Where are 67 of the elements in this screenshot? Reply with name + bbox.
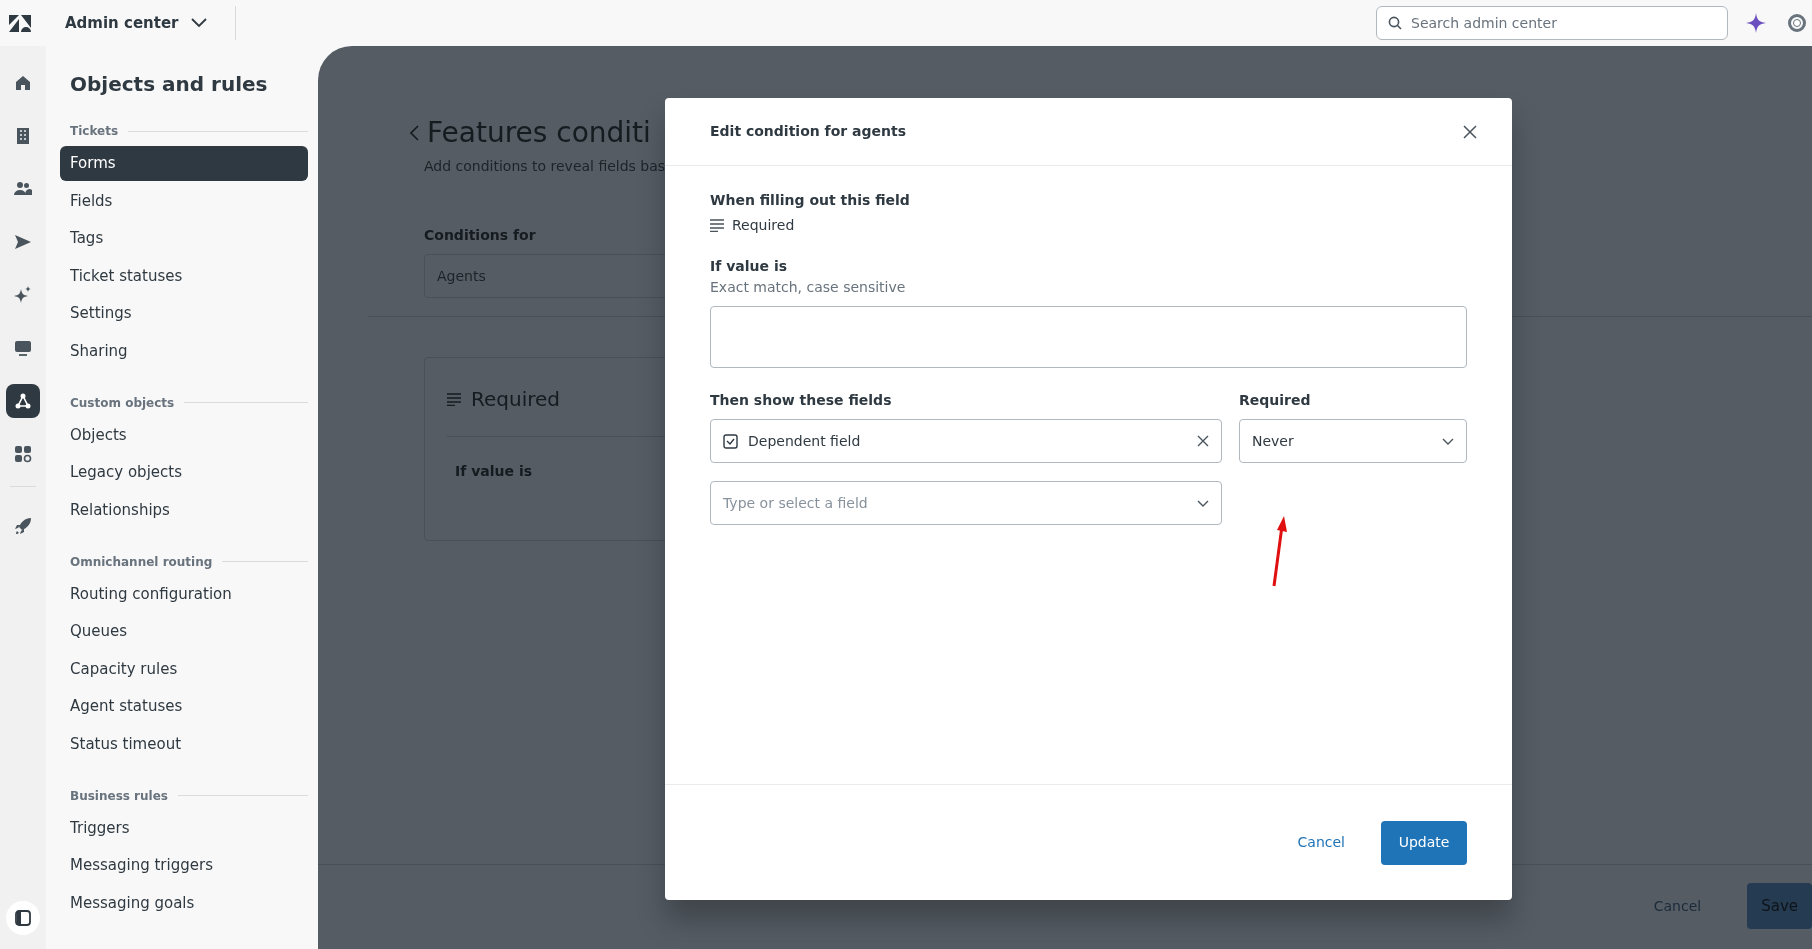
sidebar-panel-icon xyxy=(15,910,31,926)
field-label: Conditions for xyxy=(424,226,536,245)
card-title: Required xyxy=(471,386,560,413)
sparkle-icon[interactable] xyxy=(1746,13,1766,33)
sidebar-title: Objects and rules xyxy=(70,72,269,96)
sidebar-item[interactable]: Agent statuses xyxy=(60,689,308,724)
sidebar-item[interactable]: Status timeout xyxy=(60,726,308,762)
sidebar-item[interactable]: Fields xyxy=(60,183,308,219)
monitor-icon xyxy=(14,339,32,357)
send-icon xyxy=(14,233,32,251)
sparkle-icon xyxy=(14,286,32,304)
sidebar-item[interactable]: Ticket statuses xyxy=(60,258,308,294)
sidebar-item[interactable]: Tags xyxy=(60,221,308,256)
sidebar-item[interactable]: Settings xyxy=(60,296,308,331)
sidebar-item[interactable]: Triggers xyxy=(60,810,308,846)
update-button[interactable]: Update xyxy=(1381,820,1467,865)
people-icon xyxy=(14,180,32,198)
sidebar-item[interactable]: Sharing xyxy=(60,333,308,369)
field-label: When filling out this field xyxy=(710,191,910,210)
apps-icon xyxy=(14,445,32,463)
checkbox-icon xyxy=(723,433,738,449)
search-icon xyxy=(1388,16,1402,30)
section-heading: Tickets xyxy=(70,123,119,140)
section-heading: Business rules xyxy=(70,787,168,805)
panel-toggle-button[interactable] xyxy=(6,901,40,935)
placeholder-text: Type or select a field xyxy=(723,493,868,513)
back-icon[interactable] xyxy=(410,125,419,141)
sidebar-item[interactable]: Messaging goals xyxy=(60,885,308,921)
cancel-button[interactable]: Cancel xyxy=(1291,831,1351,854)
section-heading: Omnichannel routing xyxy=(70,553,213,571)
section-heading: Custom objects xyxy=(70,394,175,412)
value-field[interactable] xyxy=(710,306,1467,368)
sidebar-item[interactable]: Messaging triggers xyxy=(60,848,308,883)
select-value: Never xyxy=(1252,431,1294,451)
condition-label: If value is xyxy=(455,462,532,481)
home-icon xyxy=(14,74,32,92)
column-label: Required xyxy=(1239,391,1311,410)
sidebar-item[interactable]: Capacity rules xyxy=(60,651,308,687)
column-label: Then show these fields xyxy=(710,391,892,410)
page-title: Features conditi xyxy=(427,115,651,151)
sidebar-item[interactable]: Relationships xyxy=(60,492,308,528)
nav-icon-button[interactable] xyxy=(6,384,40,418)
sidebar-item[interactable]: Routing configuration xyxy=(60,576,308,612)
chevron-icon xyxy=(1442,437,1454,445)
sidebar-item[interactable]: Queues xyxy=(60,614,308,649)
connected-nodes-icon xyxy=(14,392,32,410)
building-icon xyxy=(14,127,32,145)
chevron-icon xyxy=(1197,499,1209,507)
text-lines-icon xyxy=(710,219,724,232)
sidebar-item[interactable]: Objects xyxy=(60,417,308,453)
search-field[interactable]: Search admin center xyxy=(1376,6,1728,40)
logo-icon[interactable] xyxy=(9,14,31,32)
clear-icon[interactable] xyxy=(1197,435,1209,447)
page-subtitle: Add conditions to reveal fields bas xyxy=(424,157,666,176)
close-icon xyxy=(1463,124,1477,139)
text-lines-icon xyxy=(447,392,461,406)
field-name: Dependent field xyxy=(748,431,861,451)
product-name: Admin center xyxy=(65,12,179,34)
modal-title: Edit condition for agents xyxy=(710,123,907,140)
required-select[interactable]: Never xyxy=(1239,419,1467,463)
chevron-icon[interactable] xyxy=(190,18,207,28)
field-name: Required xyxy=(732,216,795,235)
help-icon[interactable] xyxy=(1788,14,1806,32)
sidebar-item[interactable]: Legacy objects xyxy=(60,455,308,490)
sidebar-item[interactable]: Forms xyxy=(60,146,308,181)
rocket-icon xyxy=(14,517,32,535)
field-chip[interactable]: Dependent field xyxy=(710,419,1222,463)
